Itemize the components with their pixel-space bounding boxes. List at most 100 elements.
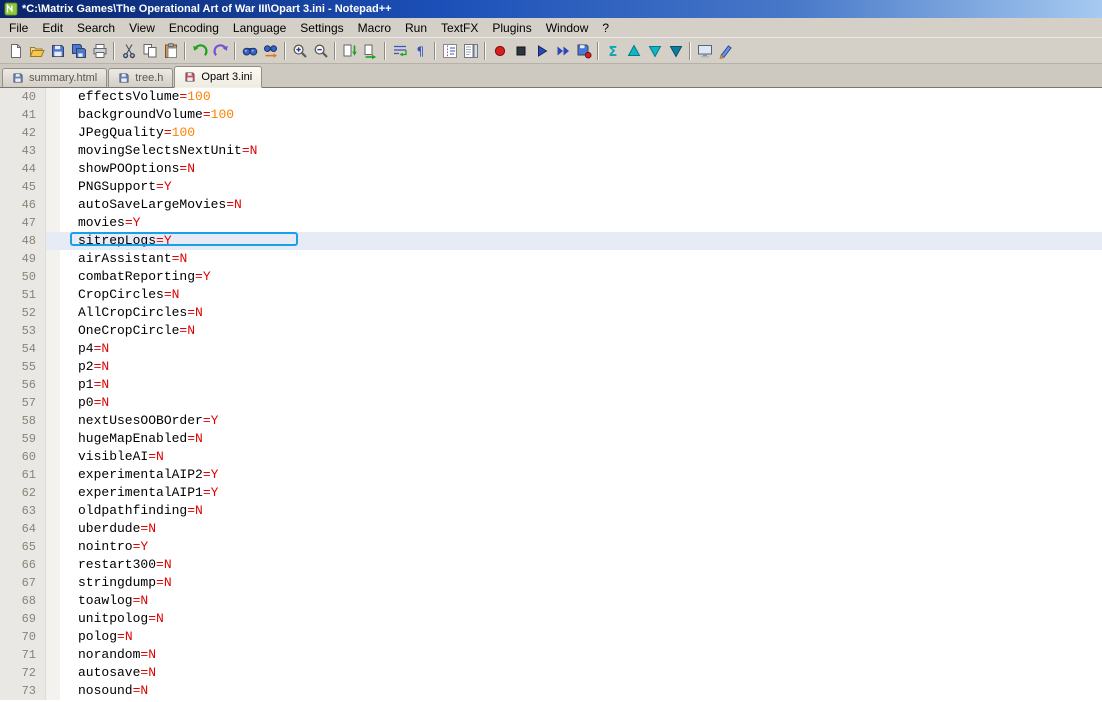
editor-line-44[interactable]: 44 showPOOptions=N — [0, 160, 1102, 178]
line-number[interactable]: 56 — [0, 376, 46, 394]
line-number[interactable]: 57 — [0, 394, 46, 412]
new-file-button[interactable] — [5, 40, 26, 61]
bookmark-margin[interactable] — [46, 304, 60, 322]
tab-tree-h[interactable]: tree.h — [108, 68, 174, 87]
bookmark-margin[interactable] — [46, 574, 60, 592]
plugin-monitor-button[interactable] — [694, 40, 715, 61]
fold-margin[interactable] — [60, 88, 76, 106]
plugin-triangle-down-button[interactable] — [644, 40, 665, 61]
fold-margin[interactable] — [60, 322, 76, 340]
bookmark-margin[interactable] — [46, 466, 60, 484]
editor-line-58[interactable]: 58 nextUsesOOBOrder=Y — [0, 412, 1102, 430]
editor-line-41[interactable]: 41 backgroundVolume=100 — [0, 106, 1102, 124]
bookmark-margin[interactable] — [46, 412, 60, 430]
editor-line-68[interactable]: 68 toawlog=N — [0, 592, 1102, 610]
bookmark-margin[interactable] — [46, 664, 60, 682]
bookmark-margin[interactable] — [46, 268, 60, 286]
editor-line-49[interactable]: 49 airAssistant=N — [0, 250, 1102, 268]
sync-vertical-button[interactable] — [339, 40, 360, 61]
fold-margin[interactable] — [60, 340, 76, 358]
tab-opart-3-ini[interactable]: Opart 3.ini — [174, 66, 263, 88]
line-number[interactable]: 41 — [0, 106, 46, 124]
fold-margin[interactable] — [60, 268, 76, 286]
find-button[interactable] — [239, 40, 260, 61]
line-number[interactable]: 52 — [0, 304, 46, 322]
bookmark-margin[interactable] — [46, 178, 60, 196]
bookmark-margin[interactable] — [46, 214, 60, 232]
save-all-button[interactable] — [68, 40, 89, 61]
fold-margin[interactable] — [60, 538, 76, 556]
fold-margin[interactable] — [60, 502, 76, 520]
fold-margin[interactable] — [60, 412, 76, 430]
line-number[interactable]: 60 — [0, 448, 46, 466]
plugin-triangle-down-dark-button[interactable] — [665, 40, 686, 61]
line-number[interactable]: 63 — [0, 502, 46, 520]
editor-line-65[interactable]: 65 nointro=Y — [0, 538, 1102, 556]
menu-item-edit[interactable]: Edit — [35, 19, 70, 37]
bookmark-margin[interactable] — [46, 106, 60, 124]
editor-line-45[interactable]: 45 PNGSupport=Y — [0, 178, 1102, 196]
line-number[interactable]: 59 — [0, 430, 46, 448]
paste-button[interactable] — [160, 40, 181, 61]
fold-margin[interactable] — [60, 592, 76, 610]
menu-item-file[interactable]: File — [2, 19, 35, 37]
fold-margin[interactable] — [60, 682, 76, 700]
title-bar[interactable]: *C:\Matrix Games\The Operational Art of … — [0, 0, 1102, 18]
line-number[interactable]: 45 — [0, 178, 46, 196]
line-number[interactable]: 50 — [0, 268, 46, 286]
line-number[interactable]: 44 — [0, 160, 46, 178]
line-number[interactable]: 67 — [0, 574, 46, 592]
bookmark-margin[interactable] — [46, 250, 60, 268]
fold-margin[interactable] — [60, 556, 76, 574]
editor-line-46[interactable]: 46 autoSaveLargeMovies=N — [0, 196, 1102, 214]
fold-margin[interactable] — [60, 214, 76, 232]
editor-line-54[interactable]: 54 p4=N — [0, 340, 1102, 358]
editor-line-53[interactable]: 53 OneCropCircle=N — [0, 322, 1102, 340]
line-number[interactable]: 61 — [0, 466, 46, 484]
line-number[interactable]: 51 — [0, 286, 46, 304]
fold-margin[interactable] — [60, 160, 76, 178]
undo-button[interactable] — [189, 40, 210, 61]
tab-summary-html[interactable]: summary.html — [2, 68, 108, 87]
fold-margin[interactable] — [60, 430, 76, 448]
editor-line-61[interactable]: 61 experimentalAIP2=Y — [0, 466, 1102, 484]
cut-button[interactable] — [118, 40, 139, 61]
print-button[interactable] — [89, 40, 110, 61]
line-number[interactable]: 48 — [0, 232, 46, 250]
spell-check-button[interactable] — [715, 40, 736, 61]
menu-item-textfx[interactable]: TextFX — [434, 19, 485, 37]
bookmark-margin[interactable] — [46, 88, 60, 106]
bookmark-margin[interactable] — [46, 232, 60, 250]
fold-margin[interactable] — [60, 232, 76, 250]
indent-guide-button[interactable] — [439, 40, 460, 61]
line-number[interactable]: 55 — [0, 358, 46, 376]
run-macro-multiple-button[interactable] — [552, 40, 573, 61]
bookmark-margin[interactable] — [46, 682, 60, 700]
fold-margin[interactable] — [60, 106, 76, 124]
bookmark-margin[interactable] — [46, 646, 60, 664]
bookmark-margin[interactable] — [46, 340, 60, 358]
menu-item-window[interactable]: Window — [539, 19, 596, 37]
editor-area[interactable]: 40 effectsVolume=100 41 backgroundVolume=10… — [0, 88, 1102, 702]
fold-margin[interactable] — [60, 124, 76, 142]
line-number[interactable]: 73 — [0, 682, 46, 700]
fold-margin[interactable] — [60, 628, 76, 646]
bookmark-margin[interactable] — [46, 394, 60, 412]
replace-button[interactable] — [260, 40, 281, 61]
fold-margin[interactable] — [60, 520, 76, 538]
bookmark-margin[interactable] — [46, 124, 60, 142]
save-macro-button[interactable] — [573, 40, 594, 61]
line-number[interactable]: 64 — [0, 520, 46, 538]
bookmark-margin[interactable] — [46, 286, 60, 304]
open-button[interactable] — [26, 40, 47, 61]
editor-line-62[interactable]: 62 experimentalAIP1=Y — [0, 484, 1102, 502]
bookmark-margin[interactable] — [46, 628, 60, 646]
editor-line-59[interactable]: 59 hugeMapEnabled=N — [0, 430, 1102, 448]
fold-margin[interactable] — [60, 304, 76, 322]
redo-button[interactable] — [210, 40, 231, 61]
editor-line-72[interactable]: 72 autosave=N — [0, 664, 1102, 682]
editor-line-63[interactable]: 63 oldpathfinding=N — [0, 502, 1102, 520]
bookmark-margin[interactable] — [46, 448, 60, 466]
menu-item-search[interactable]: Search — [70, 19, 122, 37]
editor-line-50[interactable]: 50 combatReporting=Y — [0, 268, 1102, 286]
